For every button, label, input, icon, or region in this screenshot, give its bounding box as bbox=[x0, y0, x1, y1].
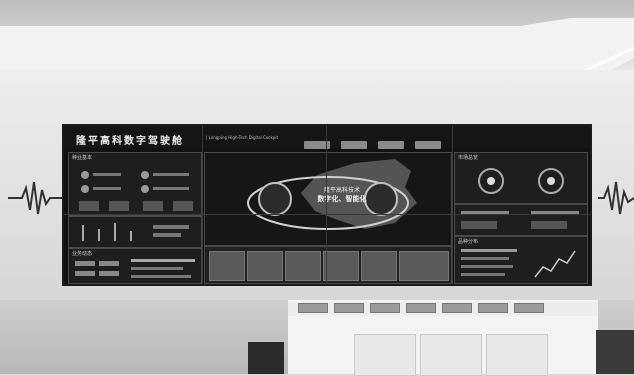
left-top-panel-graphics bbox=[79, 171, 193, 211]
dashboard-header: 隆平高科数字驾驶舱 | Longping High-Tech Digital C… bbox=[64, 126, 590, 149]
photo-tile bbox=[323, 251, 359, 281]
header-tab bbox=[378, 141, 405, 149]
panel-title: 业务动态 bbox=[72, 251, 93, 257]
right-bottom-panel: 品种分布 bbox=[454, 236, 588, 284]
photo-tile bbox=[361, 251, 397, 281]
panel-title: 品种分布 bbox=[458, 239, 479, 245]
brochure bbox=[298, 303, 328, 313]
photo-tile bbox=[399, 251, 449, 281]
photo-tile bbox=[209, 251, 245, 281]
photo-tile bbox=[285, 251, 321, 281]
trash-bin bbox=[248, 342, 284, 374]
left-top-panel: 种业基本 bbox=[68, 152, 202, 216]
stand-cabinet-door bbox=[486, 334, 548, 376]
header-tab bbox=[415, 141, 442, 149]
center-caption: 隆平高科技术 数字化、智能化 bbox=[312, 186, 372, 204]
stand-cabinet-door bbox=[420, 334, 482, 376]
stand-cabinet-door bbox=[354, 334, 416, 376]
video-wall-screen: 隆平高科数字驾驶舱 | Longping High-Tech Digital C… bbox=[62, 124, 592, 286]
brochure bbox=[334, 303, 364, 313]
left-mid-panel-graphics bbox=[82, 223, 189, 241]
brochure bbox=[370, 303, 400, 313]
left-mid-panel bbox=[68, 216, 202, 248]
panel-title: 种业基本 bbox=[72, 155, 93, 161]
brochure bbox=[514, 303, 544, 313]
panel-title: 市场总览 bbox=[458, 155, 479, 161]
photo-tile bbox=[247, 251, 283, 281]
wall-wave-decoration-left bbox=[8, 181, 64, 215]
dashboard-subtitle: | Longping High-Tech Digital Cockpit bbox=[206, 135, 279, 140]
right-mid-panel bbox=[454, 204, 588, 236]
right-top-panel: 市场总览 bbox=[454, 152, 588, 204]
dashboard-title: 隆平高科数字驾驶舱 bbox=[76, 136, 184, 147]
right-mid-panel-graphics bbox=[461, 211, 579, 229]
brochure bbox=[406, 303, 436, 313]
center-caption-line2: 数字化、智能化 bbox=[317, 195, 367, 203]
brochure bbox=[442, 303, 472, 313]
side-object bbox=[596, 330, 634, 374]
center-photo-strip bbox=[204, 246, 452, 284]
brochure bbox=[478, 303, 508, 313]
center-caption-line1: 隆平高科技术 bbox=[323, 187, 360, 194]
wall-wave-decoration-right bbox=[598, 181, 634, 215]
header-tab bbox=[341, 141, 368, 149]
left-bottom-panel: 业务动态 bbox=[68, 248, 202, 284]
